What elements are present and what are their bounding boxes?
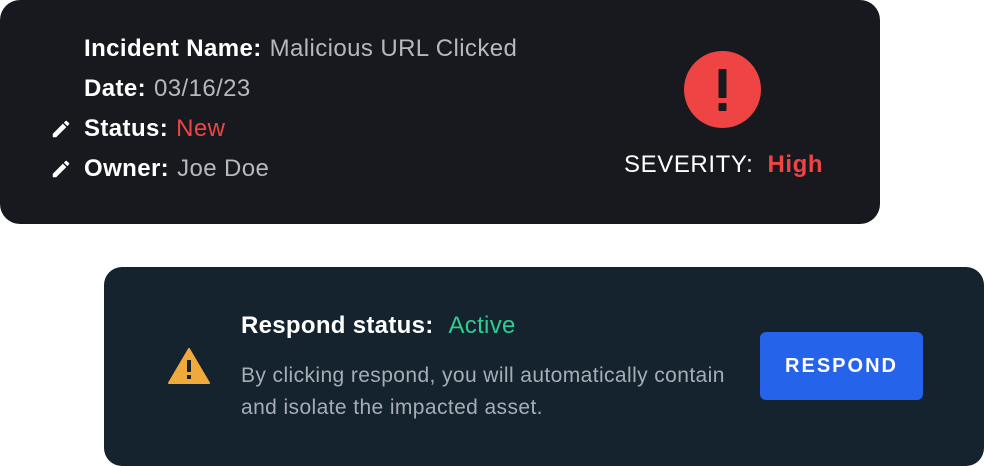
incident-card: Incident Name: Malicious URL Clicked Dat… xyxy=(0,0,880,224)
respond-button[interactable]: RESPOND xyxy=(760,332,923,400)
incident-owner-label: Owner: xyxy=(84,155,170,182)
incident-owner-row: Owner: Joe Doe xyxy=(50,154,269,184)
edit-status-pencil-icon[interactable] xyxy=(50,114,84,144)
severity-value: High xyxy=(767,151,824,178)
incident-name-value: Malicious URL Clicked xyxy=(269,35,518,62)
respond-description: By clicking respond, you will automatica… xyxy=(241,364,725,419)
exclamation-circle-icon xyxy=(684,51,761,128)
pencil-icon xyxy=(52,160,70,178)
severity-label: SEVERITY: xyxy=(624,151,754,178)
edit-owner-pencil-icon[interactable] xyxy=(50,154,84,184)
page: Incident Name: Malicious URL Clicked Dat… xyxy=(0,0,984,466)
incident-status-value: New xyxy=(176,115,226,142)
incident-date-value: 03/16/23 xyxy=(154,75,251,102)
incident-date-row: Date: 03/16/23 xyxy=(50,74,251,104)
incident-status-label: Status: xyxy=(84,115,169,142)
respond-card: Respond status: Active By clicking respo… xyxy=(104,267,984,466)
respond-status-value: Active xyxy=(448,312,516,339)
severity-row: SEVERITY: High xyxy=(624,150,823,180)
pencil-icon xyxy=(52,120,70,138)
incident-owner-value: Joe Doe xyxy=(177,155,270,182)
incident-status-row: Status: New xyxy=(50,114,225,144)
respond-status-label: Respond status: xyxy=(241,312,434,339)
respond-status-title: Respond status: Active xyxy=(241,312,516,340)
incident-date-label: Date: xyxy=(84,75,147,102)
warning-triangle-icon xyxy=(168,348,210,384)
incident-name-row: Incident Name: Malicious URL Clicked xyxy=(50,34,517,64)
incident-name-label: Incident Name: xyxy=(84,35,262,62)
